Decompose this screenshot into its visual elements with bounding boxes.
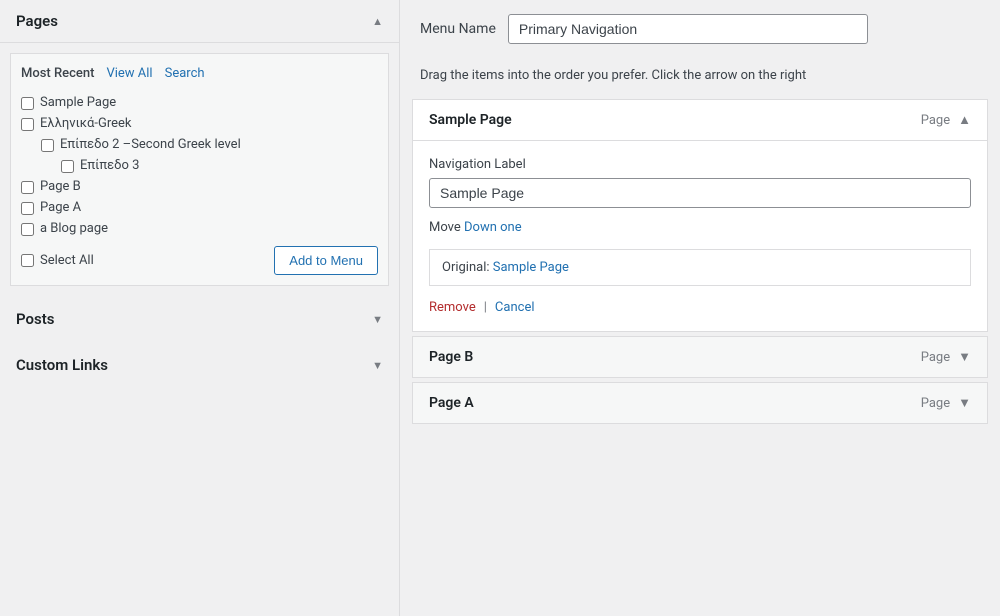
instructions-text: Drag the items into the order you prefer… [400, 58, 1000, 99]
remove-link[interactable]: Remove [429, 300, 476, 315]
page-label: Ελληνικά-Greek [40, 116, 131, 131]
nav-label-text: Navigation Label [429, 157, 971, 172]
pages-footer: Select All Add to Menu [21, 246, 378, 275]
move-row: Move Down one [429, 220, 971, 235]
page-checkbox-greek[interactable] [21, 118, 34, 131]
page-checkbox-page-a[interactable] [21, 202, 34, 215]
page-checkbox-blog[interactable] [21, 223, 34, 236]
custom-links-chevron-down-icon [372, 357, 383, 373]
chevron-up-icon: ▲ [958, 112, 971, 128]
original-page-link[interactable]: Sample Page [493, 260, 569, 275]
posts-section-header[interactable]: Posts [0, 296, 399, 342]
menu-item-sample-page-header[interactable]: Sample Page Page ▲ [413, 100, 987, 140]
pages-section-title: Pages [16, 12, 58, 30]
page-checkbox-level2[interactable] [41, 139, 54, 152]
menu-items-list: Sample Page Page ▲ Navigation Label Move… [400, 99, 1000, 424]
tab-most-recent[interactable]: Most Recent [21, 64, 94, 83]
list-item: a Blog page [21, 221, 378, 236]
menu-item-type-label: Page [921, 113, 950, 128]
select-all-checkbox[interactable] [21, 254, 34, 267]
action-separator: | [484, 300, 487, 315]
posts-chevron-down-icon [372, 311, 383, 327]
tab-search[interactable]: Search [165, 64, 205, 83]
page-label: Επίπεδο 3 [80, 158, 139, 173]
menu-item-page-a-type: Page ▼ [921, 395, 971, 411]
select-all-label: Select All [40, 253, 94, 268]
page-checkbox-level3[interactable] [61, 160, 74, 173]
nav-label-input[interactable] [429, 178, 971, 208]
menu-item-page-b-title: Page B [429, 349, 473, 365]
custom-links-section-title: Custom Links [16, 356, 108, 374]
page-label: Page B [40, 179, 81, 194]
move-label: Move [429, 220, 461, 235]
list-item: Επίπεδο 3 [21, 158, 378, 173]
menu-item-page-a: Page A Page ▼ [412, 382, 988, 424]
menu-item-type-label: Page [921, 396, 950, 411]
menu-name-row: Menu Name [400, 0, 1000, 58]
custom-links-section-header[interactable]: Custom Links [0, 342, 399, 388]
left-panel: Pages Most Recent View All Search Sample… [0, 0, 400, 616]
menu-item-page-a-title: Page A [429, 395, 474, 411]
pages-chevron-up-icon [372, 13, 383, 29]
tab-view-all[interactable]: View All [106, 64, 152, 83]
menu-item-page-b-header[interactable]: Page B Page ▼ [413, 337, 987, 377]
posts-section-title: Posts [16, 310, 54, 328]
list-item: Επίπεδο 2 –Second Greek level [21, 137, 378, 152]
move-down-one-link[interactable]: Down one [464, 220, 522, 235]
cancel-link[interactable]: Cancel [495, 300, 535, 315]
menu-item-type-label: Page [921, 350, 950, 365]
pages-list: Sample Page Ελληνικά-Greek Επίπεδο 2 –Se… [21, 95, 378, 236]
page-checkbox-sample[interactable] [21, 97, 34, 110]
menu-item-page-b: Page B Page ▼ [412, 336, 988, 378]
menu-item-page-b-type: Page ▼ [921, 349, 971, 365]
pages-content: Most Recent View All Search Sample Page … [10, 53, 389, 286]
page-label: Επίπεδο 2 –Second Greek level [60, 137, 241, 152]
original-row: Original: Sample Page [429, 249, 971, 286]
pages-section-header[interactable]: Pages [0, 0, 399, 43]
right-panel: Menu Name Drag the items into the order … [400, 0, 1000, 616]
action-row: Remove | Cancel [429, 300, 971, 315]
add-to-menu-button[interactable]: Add to Menu [274, 246, 378, 275]
menu-item-sample-page-body: Navigation Label Move Down one Original:… [413, 140, 987, 331]
list-item: Page B [21, 179, 378, 194]
page-label: a Blog page [40, 221, 108, 236]
select-all-row: Select All [21, 253, 94, 268]
page-label: Page A [40, 200, 81, 215]
menu-name-input[interactable] [508, 14, 868, 44]
original-label: Original: [442, 260, 490, 275]
menu-item-sample-page-type: Page ▲ [921, 112, 971, 128]
page-label: Sample Page [40, 95, 116, 110]
list-item: Ελληνικά-Greek [21, 116, 378, 131]
menu-item-page-a-header[interactable]: Page A Page ▼ [413, 383, 987, 423]
menu-name-label: Menu Name [420, 21, 496, 37]
page-checkbox-page-b[interactable] [21, 181, 34, 194]
list-item: Page A [21, 200, 378, 215]
menu-item-sample-page: Sample Page Page ▲ Navigation Label Move… [412, 99, 988, 332]
chevron-down-icon: ▼ [958, 349, 971, 365]
list-item: Sample Page [21, 95, 378, 110]
menu-item-sample-page-title: Sample Page [429, 112, 512, 128]
chevron-down-icon: ▼ [958, 395, 971, 411]
pages-tabs: Most Recent View All Search [21, 64, 378, 83]
